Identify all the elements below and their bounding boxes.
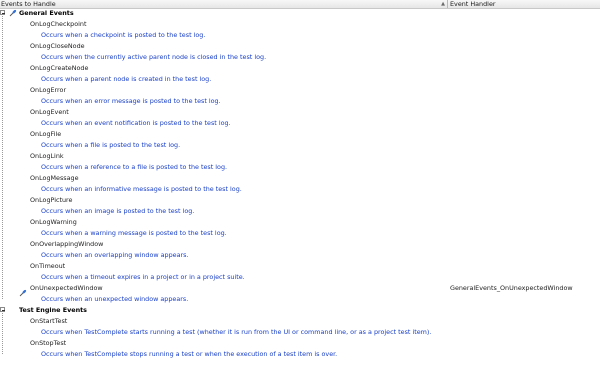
event-description-row: Occurs when a file is posted to the test… (0, 140, 600, 151)
event-row[interactable]: OnTimeout (0, 261, 600, 272)
event-description: Occurs when a parent node is created in … (41, 75, 212, 83)
event-description-row: Occurs when a checkpoint is posted to th… (0, 30, 600, 41)
event-description-row: Occurs when a warning message is posted … (0, 228, 600, 239)
event-row[interactable]: OnLogEvent (0, 107, 600, 118)
event-description: Occurs when an event notification is pos… (41, 119, 231, 127)
event-description-row: Occurs when a parent node is created in … (0, 74, 600, 85)
event-description: Occurs when a checkpoint is posted to th… (41, 31, 206, 39)
event-description-row: Occurs when an error message is posted t… (0, 96, 600, 107)
event-description: Occurs when TestComplete starts running … (41, 328, 432, 336)
event-name: OnStopTest (30, 339, 67, 347)
column-separator[interactable] (447, 0, 448, 8)
event-row[interactable]: OnLogCreateNode (0, 63, 600, 74)
event-name: OnLogEvent (30, 108, 69, 116)
event-row[interactable]: OnLogError (0, 85, 600, 96)
tree-connector-line (2, 313, 4, 354)
event-description-row: Occurs when an informative message is po… (0, 184, 600, 195)
event-name: OnLogPicture (30, 196, 73, 204)
event-description-row: Occurs when TestComplete stops running a… (0, 349, 600, 360)
event-description: Occurs when a timeout expires in a proje… (41, 273, 245, 281)
event-row[interactable]: OnLogMessage (0, 173, 600, 184)
event-description: Occurs when a reference to a file is pos… (41, 163, 228, 171)
event-name: OnLogCloseNode (30, 42, 85, 50)
event-name: OnLogMessage (30, 174, 79, 182)
event-name: OnLogError (30, 86, 67, 94)
event-description: Occurs when a warning message is posted … (41, 229, 227, 237)
collapse-toggle-icon[interactable] (0, 10, 5, 15)
collapse-toggle-icon[interactable] (0, 307, 5, 312)
category-row[interactable]: General Events (0, 8, 600, 19)
category-label: General Events (19, 9, 74, 17)
event-row[interactable]: OnStopTest (0, 338, 600, 349)
event-row[interactable]: OnLogPicture (0, 195, 600, 206)
pushpin-icon (9, 9, 17, 17)
event-name: OnLogWarning (30, 218, 77, 226)
event-name: OnLogLink (30, 152, 64, 160)
event-handler-column-header[interactable]: Event Handler (450, 0, 496, 8)
event-row[interactable]: OnUnexpectedWindow GeneralEvents_OnUnexpe… (0, 283, 600, 294)
pushpin-icon (19, 289, 27, 297)
event-name: OnStartTest (30, 317, 68, 325)
event-name: OnTimeout (30, 262, 66, 270)
event-description: Occurs when an overlapping window appear… (41, 251, 189, 259)
event-description: Occurs when an error message is posted t… (41, 97, 221, 105)
event-name: OnLogFile (30, 130, 62, 138)
category-label: Test Engine Events (19, 306, 87, 314)
event-description-row: Occurs when an overlapping window appear… (0, 250, 600, 261)
event-name: OnLogCheckpoint (30, 20, 87, 28)
event-description-row: Occurs when an unexpected window appears… (0, 289, 600, 305)
event-name: OnOverlappingWindow (30, 240, 104, 248)
event-name: OnUnexpectedWindow (30, 284, 103, 292)
event-handler-value[interactable]: GeneralEvents_OnUnexpectedWindow (450, 283, 573, 294)
sort-arrow-icon[interactable]: ▲ (440, 1, 446, 7)
event-description-row: Occurs when the currently active parent … (0, 52, 600, 63)
event-row[interactable]: OnLogFile (0, 129, 600, 140)
event-row[interactable]: OnStartTest (0, 316, 600, 327)
event-row[interactable]: OnLogCheckpoint (0, 19, 600, 30)
event-description-row: Occurs when a timeout expires in a proje… (0, 272, 600, 283)
events-to-handle-column-header[interactable]: Events to Handle (0, 0, 447, 8)
event-description: Occurs when TestComplete stops running a… (41, 350, 338, 358)
event-description: Occurs when an image is posted to the te… (41, 207, 195, 215)
event-description-row: Occurs when an event notification is pos… (0, 118, 600, 129)
event-name: OnLogCreateNode (30, 64, 89, 72)
event-description-row: Occurs when TestComplete starts running … (0, 327, 600, 338)
tree-connector-line (2, 16, 4, 299)
event-row[interactable]: OnLogCloseNode (0, 41, 600, 52)
event-row[interactable]: OnLogWarning (0, 217, 600, 228)
event-description-row: Occurs when an image is posted to the te… (0, 206, 600, 217)
event-description: Occurs when the currently active parent … (41, 53, 267, 61)
category-row[interactable]: Test Engine Events (0, 305, 600, 316)
event-description-row: Occurs when a reference to a file is pos… (0, 162, 600, 173)
event-description: Occurs when an informative message is po… (41, 185, 242, 193)
event-description: Occurs when a file is posted to the test… (41, 141, 181, 149)
event-row[interactable]: OnOverlappingWindow (0, 239, 600, 250)
event-description: Occurs when an unexpected window appears… (41, 295, 189, 303)
event-row[interactable]: OnLogLink (0, 151, 600, 162)
